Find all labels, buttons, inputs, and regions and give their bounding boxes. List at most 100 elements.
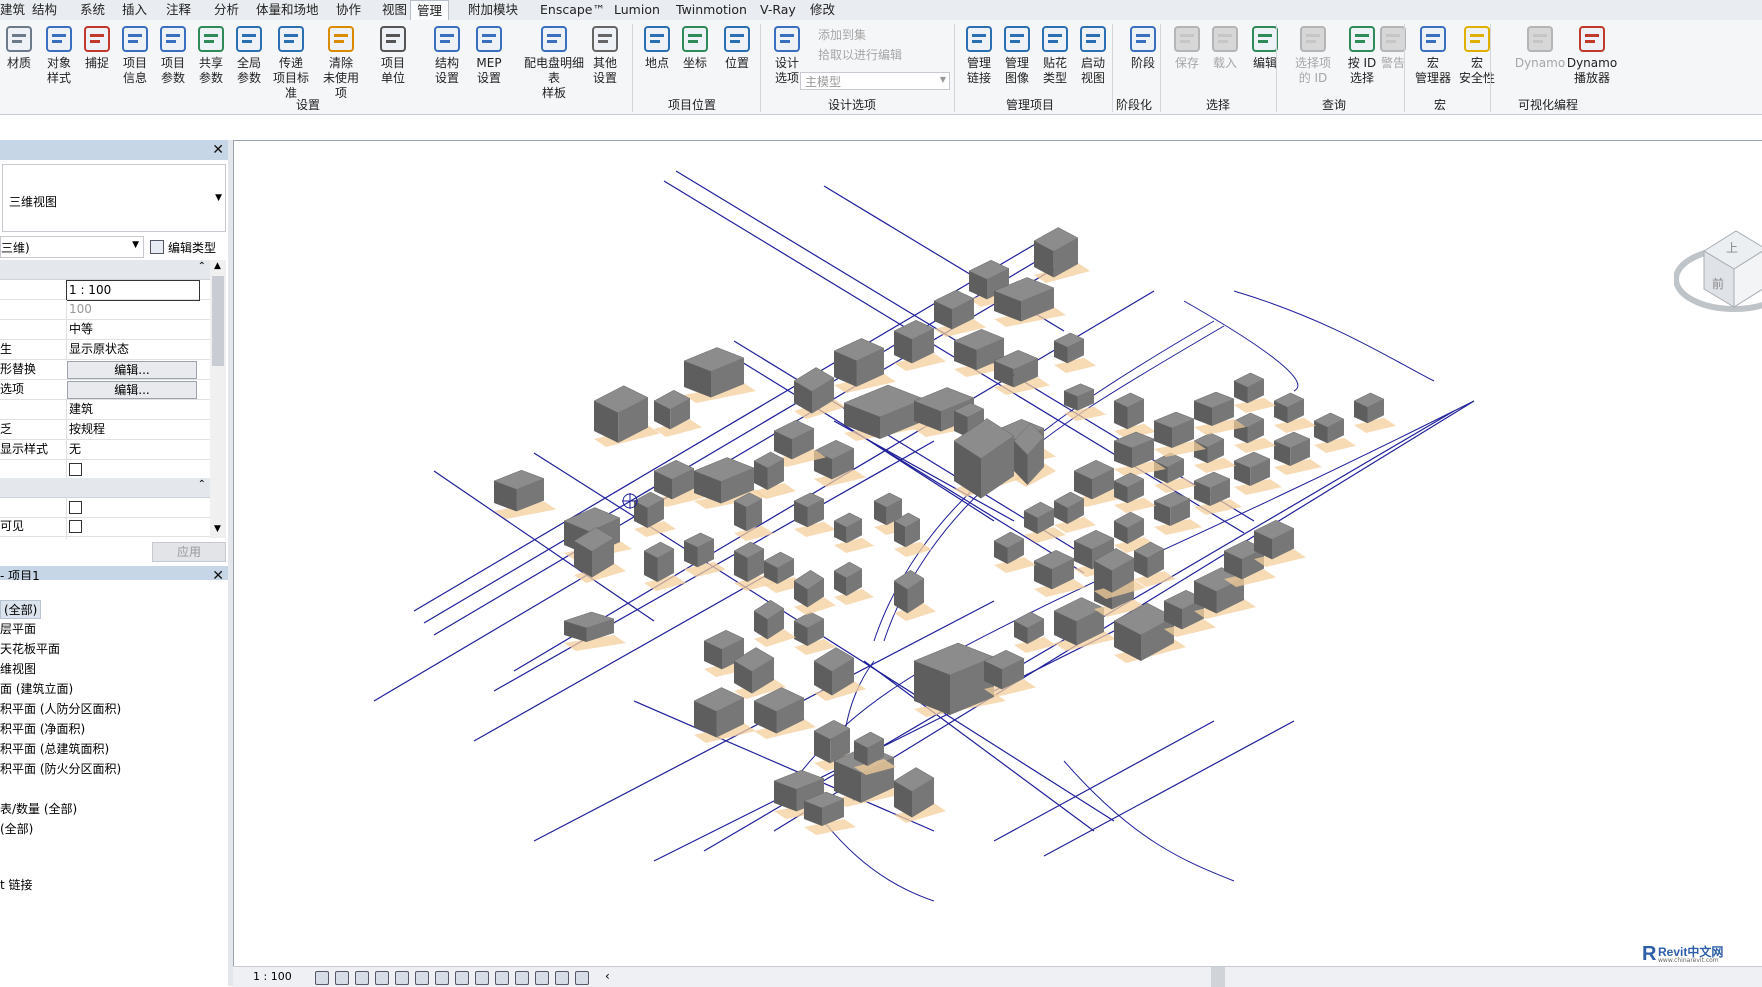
browser-tree-item[interactable]: 层平面 [0, 620, 36, 637]
phases-button[interactable]: 阶段 [1124, 24, 1162, 71]
view-scale[interactable]: 1 : 100 [253, 970, 292, 983]
horizontal-scroll-thumb[interactable] [1211, 967, 1225, 987]
menu-tab[interactable]: 修改 [810, 0, 835, 20]
sun-path-icon[interactable] [355, 971, 369, 985]
browser-tree-item[interactable]: 表/数量 (全部) [0, 800, 77, 817]
browser-tree-item[interactable]: 天花板平面 [0, 640, 60, 657]
global-parameters-button[interactable]: 全局 参数 [230, 24, 268, 86]
menu-tab[interactable]: 附加模块 [468, 0, 518, 20]
menu-tab[interactable]: 插入 [122, 0, 147, 20]
property-edit-button[interactable]: 编辑... [67, 361, 197, 379]
menu-tab[interactable]: Lumion [614, 0, 660, 20]
load-selection-button[interactable]: 载入 [1206, 24, 1244, 71]
project-units-button[interactable]: 项目 单位 [374, 24, 412, 86]
manage-links-button[interactable]: 管理 链接 [960, 24, 998, 86]
transfer-standards-button[interactable]: 传递 项目标准 [272, 24, 310, 101]
browser-tree-item[interactable]: 积平面 (防火分区面积) [0, 760, 121, 777]
scroll-thumb[interactable] [212, 276, 224, 366]
property-value[interactable]: 100 [66, 300, 199, 319]
scroll-down-icon[interactable]: ▼ [214, 524, 221, 534]
property-value[interactable]: 1 : 100 [66, 280, 200, 301]
purge-unused-button[interactable]: 清除 未使用项 [322, 24, 360, 101]
ids-of-selection-button[interactable]: 选择项的 ID [1294, 24, 1332, 86]
menu-tab[interactable]: V-Ray [760, 0, 796, 20]
location-button[interactable]: 地点 [638, 24, 676, 71]
save-selection-button[interactable]: 保存 [1168, 24, 1206, 71]
checkbox[interactable] [69, 463, 82, 476]
property-edit-button[interactable]: 编辑... [67, 381, 197, 399]
apply-button[interactable]: 应用 [152, 542, 226, 562]
visual-style-icon[interactable] [335, 971, 349, 985]
edit-selection-button[interactable]: 编辑 [1246, 24, 1284, 71]
mep-settings-button[interactable]: MEP 设置 [470, 24, 508, 86]
project-info-button[interactable]: 项目 信息 [116, 24, 154, 86]
design-option-select[interactable]: 主模型 ▼ [800, 72, 950, 90]
browser-tree-item[interactable]: (全部) [0, 820, 33, 837]
property-value[interactable]: 无 [66, 440, 199, 459]
warnings-button[interactable]: 警告 [1374, 24, 1412, 71]
starting-view-button[interactable]: 启动 视图 [1074, 24, 1112, 86]
browser-tree-item[interactable]: 积平面 (总建筑面积) [0, 740, 109, 757]
checkbox[interactable] [69, 520, 82, 533]
add-to-set-button[interactable]: 添加到集 [818, 26, 866, 43]
manage-images-button[interactable]: 管理 图像 [998, 24, 1036, 86]
dynamo-button[interactable]: Dynamo [1510, 24, 1570, 71]
highlight-displacement-icon[interactable] [555, 971, 569, 985]
crop-view-icon[interactable] [415, 971, 429, 985]
graphics-section-header[interactable]: ⌃ [0, 260, 210, 280]
browser-tree-item[interactable]: t 链接 [0, 876, 33, 893]
coordinates-button[interactable]: 坐标 [676, 24, 714, 71]
menu-tab[interactable]: Twinmotion [676, 0, 747, 20]
object-styles-button[interactable]: 对象 样式 [40, 24, 78, 86]
pick-to-edit-button[interactable]: 拾取以进行编辑 [818, 46, 902, 63]
property-value[interactable]: 按规程 [66, 420, 199, 439]
snaps-button[interactable]: 捕捉 [78, 24, 116, 71]
3d-site-model[interactable] [234, 141, 1762, 967]
menu-tab[interactable]: 系统 [80, 0, 105, 20]
decal-types-button[interactable]: 贴花 类型 [1036, 24, 1074, 86]
menu-tab[interactable]: 建筑 [0, 0, 25, 20]
scroll-up-icon[interactable]: ▲ [214, 261, 221, 271]
checkbox[interactable] [69, 501, 82, 514]
show-crop-icon[interactable] [435, 971, 449, 985]
shadows-icon[interactable] [375, 971, 389, 985]
menu-tab[interactable]: Enscape™ [540, 0, 605, 20]
shared-parameters-button[interactable]: 共享 参数 [192, 24, 230, 86]
temporary-hide-icon[interactable] [475, 971, 489, 985]
drawing-canvas[interactable]: 上 前 R Revit中文网 www.chinarevit.com [233, 140, 1762, 967]
dynamo-player-button[interactable]: Dynamo 播放器 [1562, 24, 1622, 86]
collapse-arrow-icon[interactable]: ‹ [605, 969, 610, 983]
analytical-model-icon[interactable] [535, 971, 549, 985]
browser-tree-item[interactable]: 面 (建筑立面) [0, 680, 73, 697]
menu-tab[interactable]: 体量和场地 [256, 0, 319, 20]
worksharing-icon[interactable] [515, 971, 529, 985]
panel-schedule-button[interactable]: 配电盘明细表 样板 [524, 24, 584, 101]
menu-tab[interactable]: 结构 [32, 0, 57, 20]
render-icon[interactable] [395, 971, 409, 985]
menu-tab[interactable]: 管理 [410, 0, 450, 21]
browser-tree-item[interactable]: 积平面 (人防分区面积) [0, 700, 121, 717]
materials-button[interactable]: 材质 [0, 24, 38, 71]
reveal-hidden-icon[interactable] [495, 971, 509, 985]
menu-tab[interactable]: 视图 [382, 0, 407, 20]
project-parameters-button[interactable]: 项目 参数 [154, 24, 192, 86]
browser-tree-item[interactable]: 维视图 [0, 660, 36, 677]
structural-settings-button[interactable]: 结构 设置 [428, 24, 466, 86]
property-value[interactable]: 建筑 [66, 400, 199, 419]
edit-type-button[interactable]: 编辑类型 [148, 236, 226, 256]
type-selector[interactable]: 三维视图 ▼ [2, 164, 226, 232]
extents-section-header[interactable]: ⌃ [0, 478, 210, 498]
detail-level-icon[interactable] [315, 971, 329, 985]
menu-tab[interactable]: 分析 [214, 0, 239, 20]
constraints-icon[interactable] [575, 971, 589, 985]
view-cube[interactable]: 上 前 [1673, 211, 1762, 321]
close-icon[interactable]: ✕ [212, 140, 224, 160]
menu-tab[interactable]: 注释 [166, 0, 191, 20]
menu-tab[interactable]: 协作 [336, 0, 361, 20]
unlock-view-icon[interactable] [455, 971, 469, 985]
browser-tree-item[interactable]: 积平面 (净面积) [0, 720, 85, 737]
view-selector[interactable]: 三维) ▼ [0, 236, 144, 258]
additional-settings-button[interactable]: 其他 设置 [586, 24, 624, 86]
macro-manager-button[interactable]: 宏管理器 [1414, 24, 1452, 86]
browser-tree-item[interactable]: (全部) [0, 600, 42, 619]
